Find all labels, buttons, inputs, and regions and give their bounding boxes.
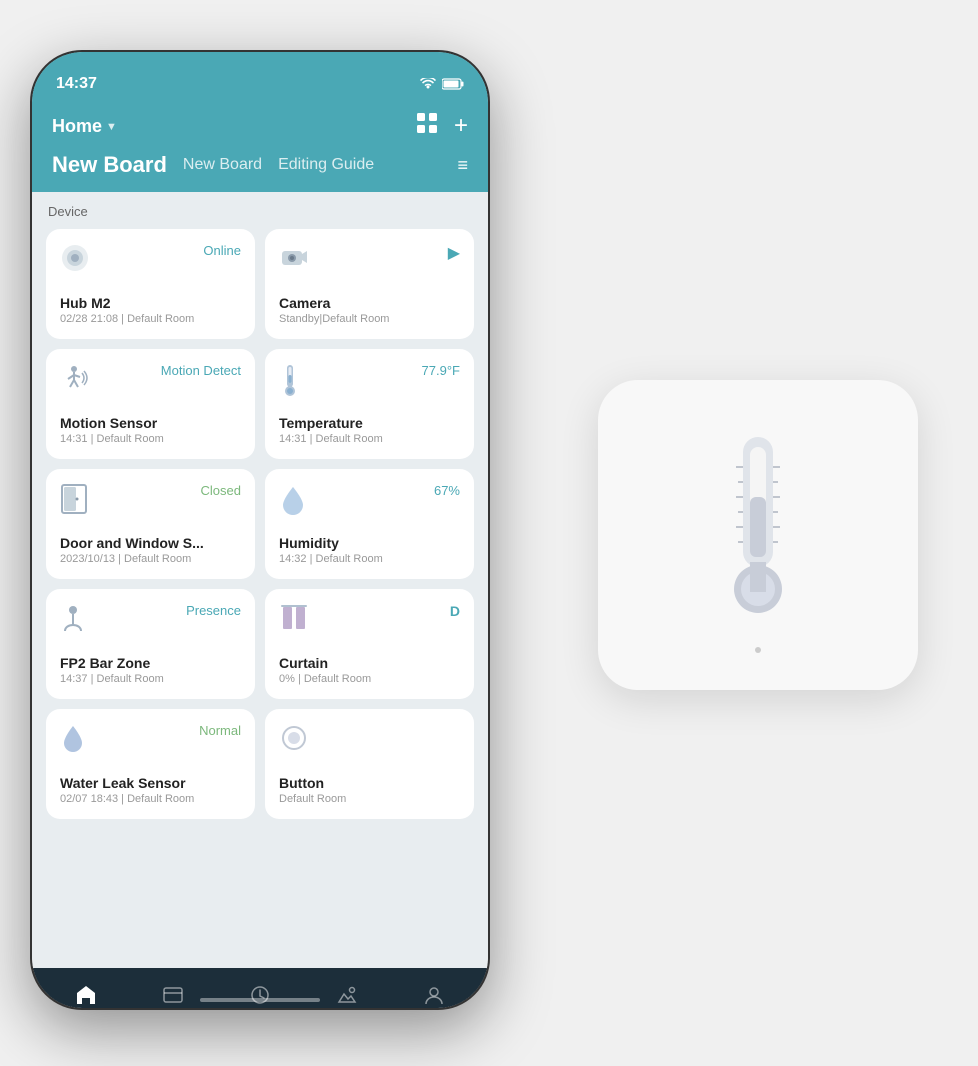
- tab-new-board[interactable]: New Board: [183, 156, 262, 174]
- temperature-name: Temperature: [279, 415, 460, 431]
- profile-nav-icon: [423, 984, 445, 1008]
- header-actions: +: [416, 112, 468, 140]
- camera-name: Camera: [279, 295, 460, 311]
- home-indicator: [200, 998, 320, 1002]
- curtain-status: D: [450, 603, 460, 619]
- battery-icon: [442, 78, 464, 90]
- humidity-icon: [279, 483, 307, 522]
- thermometer-illustration: [678, 417, 838, 637]
- motion-icon: [60, 363, 90, 398]
- tab-new-board-active[interactable]: New Board: [52, 152, 167, 178]
- door-subtitle: 2023/10/13 | Default Room: [60, 553, 241, 565]
- presence-icon: [60, 603, 86, 640]
- hub-name: Hub M2: [60, 295, 241, 311]
- hub-icon: [60, 243, 90, 278]
- home-chevron: ▼: [106, 121, 117, 133]
- door-icon: [60, 483, 88, 520]
- fp2-subtitle: 14:37 | Default Room: [60, 673, 241, 685]
- board-menu-icon[interactable]: ≡: [457, 155, 468, 176]
- home-nav-icon: [75, 984, 97, 1008]
- device-card-water[interactable]: Normal Water Leak Sensor 02/07 18:43 | D…: [46, 709, 255, 819]
- camera-play-icon[interactable]: ▶: [448, 243, 460, 263]
- temperature-icon: [279, 363, 301, 404]
- device-card-camera[interactable]: ▶ Camera Standby|Default Room: [265, 229, 474, 339]
- water-name: Water Leak Sensor: [60, 775, 241, 791]
- water-icon: [60, 723, 86, 760]
- humidity-name: Humidity: [279, 535, 460, 551]
- sensor-dot-indicator: [755, 647, 761, 653]
- water-status: Normal: [199, 723, 241, 738]
- hub-subtitle: 02/28 21:08 | Default Room: [60, 313, 241, 325]
- fp2-status: Presence: [186, 603, 241, 618]
- phone-frame: 14:37 Home ▼: [30, 50, 490, 1010]
- wifi-icon: [420, 78, 436, 90]
- curtain-icon: [279, 603, 309, 640]
- motion-name: Motion Sensor: [60, 415, 241, 431]
- curtain-subtitle: 0% | Default Room: [279, 673, 460, 685]
- fp2-name: FP2 Bar Zone: [60, 655, 241, 671]
- device-card-hub[interactable]: Online Hub M2 02/28 21:08 | Default Room: [46, 229, 255, 339]
- device-card-curtain[interactable]: D Curtain 0% | Default Room: [265, 589, 474, 699]
- automation-nav-icon: [249, 984, 271, 1008]
- home-title-container[interactable]: Home ▼: [52, 116, 117, 137]
- temperature-subtitle: 14:31 | Default Room: [279, 433, 460, 445]
- nav-accessories[interactable]: Accessories: [129, 984, 216, 1008]
- curtain-name: Curtain: [279, 655, 460, 671]
- accessories-nav-icon: [162, 984, 184, 1008]
- device-card-button[interactable]: Button Default Room: [265, 709, 474, 819]
- sensor-device-card: [598, 380, 918, 690]
- camera-icon: [279, 243, 309, 276]
- water-subtitle: 02/07 18:43 | Default Room: [60, 793, 241, 805]
- humidity-subtitle: 14:32 | Default Room: [279, 553, 460, 565]
- door-status: Closed: [201, 483, 241, 498]
- bottom-nav: Home Accessories Automat: [32, 968, 488, 1008]
- temperature-status: 77.9°F: [422, 363, 460, 378]
- add-icon[interactable]: +: [454, 112, 468, 140]
- grid-icon[interactable]: [416, 112, 438, 140]
- content-area: Device Online: [32, 192, 488, 968]
- door-name: Door and Window S...: [60, 535, 241, 551]
- nav-scene[interactable]: Scene: [304, 984, 391, 1008]
- board-tabs: New Board New Board Editing Guide ≡: [32, 152, 488, 192]
- humidity-status: 67%: [434, 483, 460, 498]
- section-label: Device: [46, 204, 474, 219]
- device-card-door[interactable]: Closed Door and Window S... 2023/10/13 |…: [46, 469, 255, 579]
- camera-subtitle: Standby|Default Room: [279, 313, 460, 325]
- motion-status: Motion Detect: [161, 363, 241, 378]
- hub-status: Online: [203, 243, 241, 258]
- status-time: 14:37: [56, 75, 97, 93]
- device-card-temperature[interactable]: 77.9°F Temperature 14:31 | Default Room: [265, 349, 474, 459]
- device-card-motion[interactable]: Motion Detect Motion Sensor 14:31 | Defa…: [46, 349, 255, 459]
- status-icons: [420, 78, 464, 90]
- scene-nav-icon: [336, 984, 358, 1008]
- nav-profile[interactable]: Profile: [391, 984, 478, 1008]
- device-card-humidity[interactable]: 67% Humidity 14:32 | Default Room: [265, 469, 474, 579]
- button-name: Button: [279, 775, 460, 791]
- device-grid: Online Hub M2 02/28 21:08 | Default Room: [46, 229, 474, 819]
- button-device-icon: [279, 723, 309, 758]
- nav-automation[interactable]: Automation: [216, 984, 303, 1008]
- tab-editing-guide[interactable]: Editing Guide: [278, 156, 374, 174]
- motion-subtitle: 14:31 | Default Room: [60, 433, 241, 445]
- nav-home[interactable]: Home: [42, 984, 129, 1008]
- device-card-fp2[interactable]: Presence FP2 Bar Zone 14:37 | Default Ro…: [46, 589, 255, 699]
- button-subtitle: Default Room: [279, 793, 460, 805]
- status-bar: 14:37: [32, 52, 488, 104]
- app-header: Home ▼ +: [32, 104, 488, 152]
- home-label: Home: [52, 116, 102, 137]
